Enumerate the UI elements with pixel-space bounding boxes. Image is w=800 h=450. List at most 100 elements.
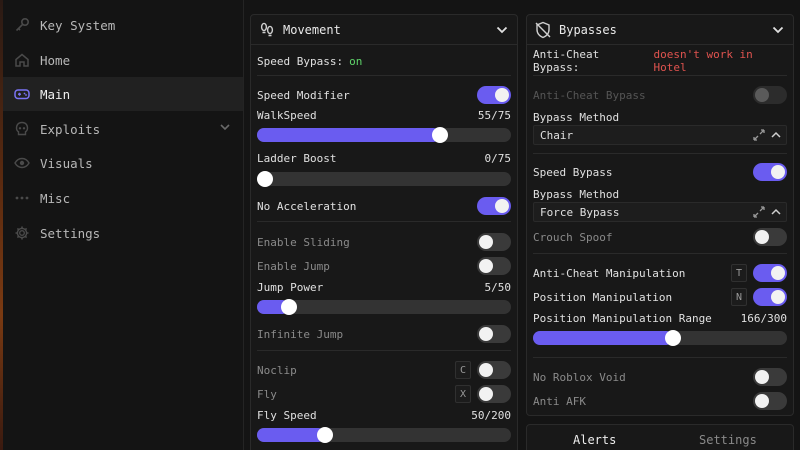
no-acceleration-row: No Acceleration — [257, 196, 511, 216]
expand-icon[interactable] — [752, 128, 766, 145]
sidebar-item-label: Settings — [40, 225, 101, 241]
fly-toggle[interactable] — [477, 385, 511, 403]
slider-thumb[interactable] — [664, 330, 681, 346]
walkspeed-label-row: WalkSpeed 55/75 — [257, 109, 511, 125]
position-range-slider[interactable] — [533, 330, 787, 346]
enable-sliding-toggle[interactable] — [477, 233, 511, 251]
bypasses-title: Bypasses — [559, 22, 617, 37]
speed-modifier-label: Speed Modifier — [257, 88, 350, 102]
noclip-label: Noclip — [257, 363, 297, 377]
noclip-row: Noclip C — [257, 360, 511, 380]
chevron-up-icon[interactable] — [770, 128, 782, 145]
slider-thumb[interactable] — [316, 427, 333, 443]
dropdown-value: Chair — [540, 128, 574, 142]
jump-power-label-row: Jump Power 5/50 — [257, 281, 511, 297]
crouch-spoof-label: Crouch Spoof — [533, 230, 613, 244]
jump-power-slider[interactable] — [257, 299, 511, 315]
tab-alerts[interactable]: Alerts — [573, 433, 616, 447]
footprints-icon — [257, 20, 277, 40]
bypass-method-label: Bypass Method — [533, 187, 620, 201]
shield-off-icon — [533, 20, 553, 40]
walkspeed-value: 55/75 — [477, 109, 511, 122]
anti-afk-label: Anti AFK — [533, 394, 586, 408]
enable-sliding-row: Enable Sliding — [257, 232, 511, 252]
sidebar-item-exploits[interactable]: Exploits — [3, 112, 243, 146]
speed-bypass-status: Speed Bypass: on — [257, 51, 511, 71]
anticheat-manipulation-label: Anti-Cheat Manipulation — [533, 266, 686, 280]
anticheat-bypass-status: Anti-Cheat Bypass: doesn't work in Hotel — [533, 48, 787, 74]
status-label: Anti-Cheat Bypass: — [533, 48, 600, 74]
slider-thumb[interactable] — [431, 127, 448, 143]
sidebar-item-home[interactable]: Home — [3, 43, 243, 77]
sidebar-item-label: Exploits — [40, 121, 101, 137]
no-acceleration-toggle[interactable] — [477, 197, 511, 215]
dropdown-value: Force Bypass — [540, 205, 620, 219]
key-icon — [14, 17, 30, 33]
bypass-method-dropdown[interactable]: Chair — [533, 125, 787, 145]
ladder-boost-slider[interactable] — [257, 171, 511, 187]
position-manipulation-row: Position Manipulation N — [533, 287, 787, 307]
enable-jump-label: Enable Jump — [257, 259, 330, 273]
no-roblox-void-toggle[interactable] — [753, 368, 787, 386]
sidebar-item-visuals[interactable]: Visuals — [3, 146, 243, 180]
status-label: Speed Bypass: — [257, 54, 344, 68]
tab-settings[interactable]: Settings — [699, 433, 757, 447]
anti-afk-toggle[interactable] — [753, 392, 787, 410]
speed-bypass-method-dropdown[interactable]: Force Bypass — [533, 202, 787, 222]
eye-icon — [14, 155, 30, 171]
ladder-boost-label: Ladder Boost — [257, 152, 337, 165]
anticheat-manipulation-toggle[interactable] — [753, 264, 787, 282]
sidebar-item-label: Home — [40, 52, 71, 68]
ladder-boost-value: 0/75 — [484, 152, 512, 165]
chevron-down-icon[interactable] — [495, 23, 509, 40]
status-value: on — [349, 54, 363, 68]
walkspeed-label: WalkSpeed — [257, 109, 317, 122]
movement-panel-header[interactable]: Movement — [251, 15, 517, 45]
bypass-method-label-row: Bypass Method — [533, 107, 787, 127]
fly-speed-label-row: Fly Speed 50/200 — [257, 409, 511, 425]
infinite-jump-label: Infinite Jump — [257, 327, 344, 341]
speed-bypass-row: Speed Bypass — [533, 162, 787, 182]
sidebar: Key System Home Main Exploits Visuals Mi… — [3, 0, 243, 450]
sidebar-item-settings[interactable]: Settings — [3, 216, 243, 250]
bottom-tabs: Alerts Settings — [526, 424, 794, 450]
slider-thumb[interactable] — [257, 171, 273, 187]
speed-bypass-toggle[interactable] — [753, 163, 787, 181]
walkspeed-slider[interactable] — [257, 127, 511, 143]
bypasses-panel: Bypasses Anti-Cheat Bypass: doesn't work… — [526, 14, 794, 416]
expand-icon[interactable] — [752, 205, 766, 222]
sidebar-item-misc[interactable]: Misc — [3, 181, 243, 215]
no-acceleration-label: No Acceleration — [257, 199, 357, 213]
anticheat-manipulation-row: Anti-Cheat Manipulation T — [533, 263, 787, 283]
sidebar-item-main[interactable]: Main — [3, 77, 243, 111]
sidebar-divider — [243, 0, 244, 450]
bypasses-panel-header[interactable]: Bypasses — [527, 15, 793, 45]
keybind-badge[interactable]: T — [731, 264, 747, 282]
anticheat-bypass-toggle[interactable] — [753, 86, 787, 104]
sidebar-item-label: Misc — [40, 190, 71, 206]
keybind-badge[interactable]: C — [455, 361, 471, 379]
slider-thumb[interactable] — [280, 299, 297, 315]
anticheat-bypass-label: Anti-Cheat Bypass — [533, 88, 646, 102]
keybind-badge[interactable]: X — [455, 385, 471, 403]
sidebar-item-label: Main — [40, 86, 71, 102]
fly-speed-slider[interactable] — [257, 427, 511, 443]
sidebar-item-label: Visuals — [40, 155, 93, 171]
position-manipulation-toggle[interactable] — [753, 288, 787, 306]
ladder-boost-label-row: Ladder Boost 0/75 — [257, 152, 511, 168]
chevron-down-icon[interactable] — [771, 23, 785, 40]
fly-row: Fly X — [257, 384, 511, 404]
status-value: doesn't work in Hotel — [653, 48, 753, 74]
keybind-badge[interactable]: N — [731, 288, 747, 306]
separator — [533, 253, 787, 254]
crouch-spoof-toggle[interactable] — [753, 228, 787, 246]
infinite-jump-toggle[interactable] — [477, 325, 511, 343]
enable-sliding-label: Enable Sliding — [257, 235, 350, 249]
no-roblox-void-row: No Roblox Void — [533, 367, 787, 387]
sidebar-item-key-system[interactable]: Key System — [3, 8, 243, 42]
noclip-toggle[interactable] — [477, 361, 511, 379]
chevron-down-icon[interactable] — [219, 121, 231, 136]
chevron-up-icon[interactable] — [770, 205, 782, 222]
speed-modifier-toggle[interactable] — [477, 86, 511, 104]
enable-jump-toggle[interactable] — [477, 257, 511, 275]
